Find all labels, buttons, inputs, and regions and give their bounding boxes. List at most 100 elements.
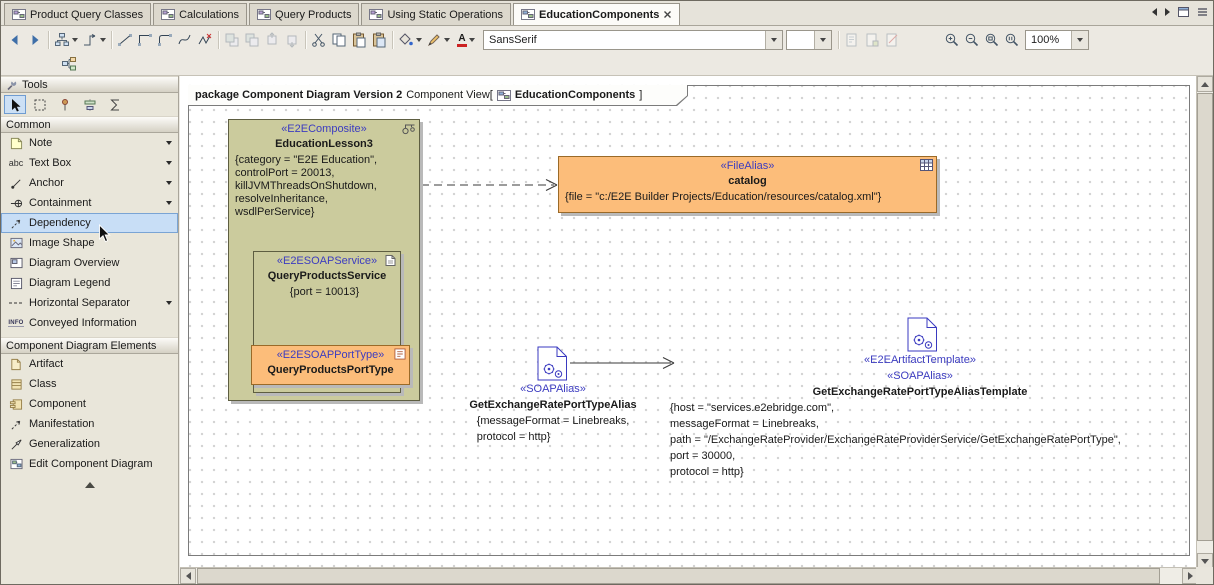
scroll-tabs-left-icon[interactable] [1152, 8, 1157, 16]
palette-item-label: Diagram Overview [29, 257, 119, 269]
palette-scroll-up-button[interactable] [1, 482, 178, 488]
send-backward-button[interactable] [282, 30, 302, 50]
tab-calculations[interactable]: Calculations [153, 3, 247, 25]
font-name-combo[interactable]: SansSerif [483, 30, 783, 50]
artifact-template-label[interactable]: «E2EArtifactTemplate» «SOAPAlias» GetExc… [670, 352, 1170, 480]
bezier-path-button[interactable] [175, 30, 195, 50]
align-center-tool[interactable] [79, 95, 101, 114]
component-elements-section-header[interactable]: Component Diagram Elements [1, 337, 178, 354]
horizontal-separator-icon [8, 296, 24, 310]
palette-item-manifestation[interactable]: Manifestation [1, 414, 178, 434]
chevron-down-icon [416, 38, 422, 42]
clear-style-button[interactable] [882, 30, 902, 50]
back-button[interactable] [5, 30, 25, 50]
paste-button[interactable] [349, 30, 369, 50]
diagram-icon [257, 9, 271, 20]
rectilinear-path-button[interactable] [135, 30, 155, 50]
file-alias-icon [920, 159, 933, 171]
scroll-left-icon[interactable] [180, 568, 196, 584]
palette-item-generalization[interactable]: Generalization [1, 434, 178, 454]
palette-item-diagram-overview[interactable]: Diagram Overview [1, 253, 178, 273]
sticky-pin-tool[interactable] [54, 95, 76, 114]
palette-item-conveyed-information[interactable]: INFO Conveyed Information [1, 313, 178, 333]
palette-item-horizontal-separator[interactable]: Horizontal Separator [1, 293, 178, 313]
vertical-scroll-thumb[interactable] [1197, 93, 1213, 541]
cut-button[interactable] [309, 30, 329, 50]
soap-alias-artifact-icon[interactable] [537, 346, 568, 381]
copy-style-button[interactable] [842, 30, 862, 50]
line-color-button[interactable] [424, 30, 452, 50]
vertical-scrollbar[interactable] [1196, 76, 1213, 569]
palette-item-anchor[interactable]: Anchor [1, 173, 178, 193]
diagram-canvas[interactable]: package Component Diagram Version 2 Comp… [180, 76, 1198, 569]
chevron-down-icon[interactable] [166, 141, 172, 145]
chevron-down-icon[interactable] [166, 161, 172, 165]
palette-item-label: Horizontal Separator [29, 297, 130, 309]
chevron-down-icon[interactable] [166, 301, 172, 305]
paste-style-button[interactable] [862, 30, 882, 50]
zoom-out-icon[interactable] [962, 30, 982, 50]
palette-item-class[interactable]: Class [1, 374, 178, 394]
zoom-actual-size-icon[interactable] [1002, 30, 1022, 50]
containment-browser-icon[interactable] [59, 54, 79, 74]
chevron-down-icon[interactable] [765, 31, 782, 49]
component-catalog[interactable]: «FileAlias» catalog {file = "c:/E2E Buil… [558, 156, 937, 213]
scroll-tabs-right-icon[interactable] [1165, 8, 1170, 16]
palette-item-dependency[interactable]: Dependency [1, 213, 178, 233]
common-section-header[interactable]: Common [1, 116, 178, 133]
forward-button[interactable] [25, 30, 45, 50]
close-tab-icon[interactable] [663, 10, 672, 19]
oblique-path-button[interactable] [115, 30, 135, 50]
palette-item-component[interactable]: Component [1, 394, 178, 414]
chevron-down-icon[interactable] [166, 201, 172, 205]
tab-label: Calculations [179, 9, 239, 21]
font-size-combo[interactable] [786, 30, 832, 50]
component-queryproductsporttype[interactable]: «E2ESOAPPortType» QueryProductsPortType [251, 345, 410, 385]
palette-item-image-shape[interactable]: Image Shape [1, 233, 178, 253]
artifact-template-icon[interactable] [907, 317, 938, 352]
tagged-values: {port = 10013} [254, 283, 400, 299]
palette-item-note[interactable]: Note [1, 133, 178, 153]
related-elements-tool[interactable] [104, 95, 126, 114]
line-routing-button[interactable] [80, 30, 108, 50]
chevron-down-icon[interactable] [814, 31, 831, 49]
chevron-down-icon[interactable] [166, 181, 172, 185]
zoom-in-icon[interactable] [942, 30, 962, 50]
copy-button[interactable] [329, 30, 349, 50]
palette-item-edit-component-diagram[interactable]: Edit Component Diagram [1, 454, 178, 474]
remove-breakpoints-button[interactable] [195, 30, 215, 50]
font-name-value: SansSerif [484, 34, 765, 46]
stereotype-label: «E2ESOAPService» [254, 252, 400, 268]
palette-item-text-box[interactable]: abc Text Box [1, 153, 178, 173]
fit-in-window-icon[interactable] [982, 30, 1002, 50]
palette-item-containment[interactable]: Containment [1, 193, 178, 213]
dependency-link[interactable] [421, 180, 557, 191]
bring-forward-button[interactable] [262, 30, 282, 50]
box-select-tool[interactable] [29, 95, 51, 114]
select-tool[interactable] [4, 95, 26, 114]
tab-using-static-operations[interactable]: Using Static Operations [361, 3, 511, 25]
maximize-view-icon[interactable] [1178, 7, 1189, 17]
tab-query-products[interactable]: Query Products [249, 3, 359, 25]
tab-product-query-classes[interactable]: Product Query Classes [4, 3, 151, 25]
soap-alias-label[interactable]: «SOAPAlias» GetExchangeRatePortTypeAlias… [443, 381, 663, 445]
fill-color-button[interactable] [396, 30, 424, 50]
palette-item-diagram-legend[interactable]: Diagram Legend [1, 273, 178, 293]
tools-section-header[interactable]: Tools [1, 76, 178, 93]
scroll-up-icon[interactable] [1197, 76, 1213, 92]
layout-tree-button[interactable] [52, 30, 80, 50]
bring-to-front-button[interactable] [222, 30, 242, 50]
zoom-combo[interactable]: 100% [1025, 30, 1089, 50]
horizontal-scrollbar[interactable] [180, 567, 1198, 584]
paste-with-style-button[interactable] [369, 30, 389, 50]
alias-to-template-link[interactable] [570, 358, 674, 369]
send-to-back-button[interactable] [242, 30, 262, 50]
font-color-button[interactable]: A [452, 30, 480, 50]
horizontal-scroll-thumb[interactable] [197, 568, 1160, 584]
palette-item-artifact[interactable]: Artifact [1, 354, 178, 374]
rounded-path-button[interactable] [155, 30, 175, 50]
palette-item-label: Conveyed Information [29, 317, 137, 329]
chevron-down-icon[interactable] [1071, 31, 1088, 49]
tab-list-icon[interactable] [1197, 7, 1208, 17]
tab-educationcomponents[interactable]: EducationComponents [513, 3, 680, 25]
